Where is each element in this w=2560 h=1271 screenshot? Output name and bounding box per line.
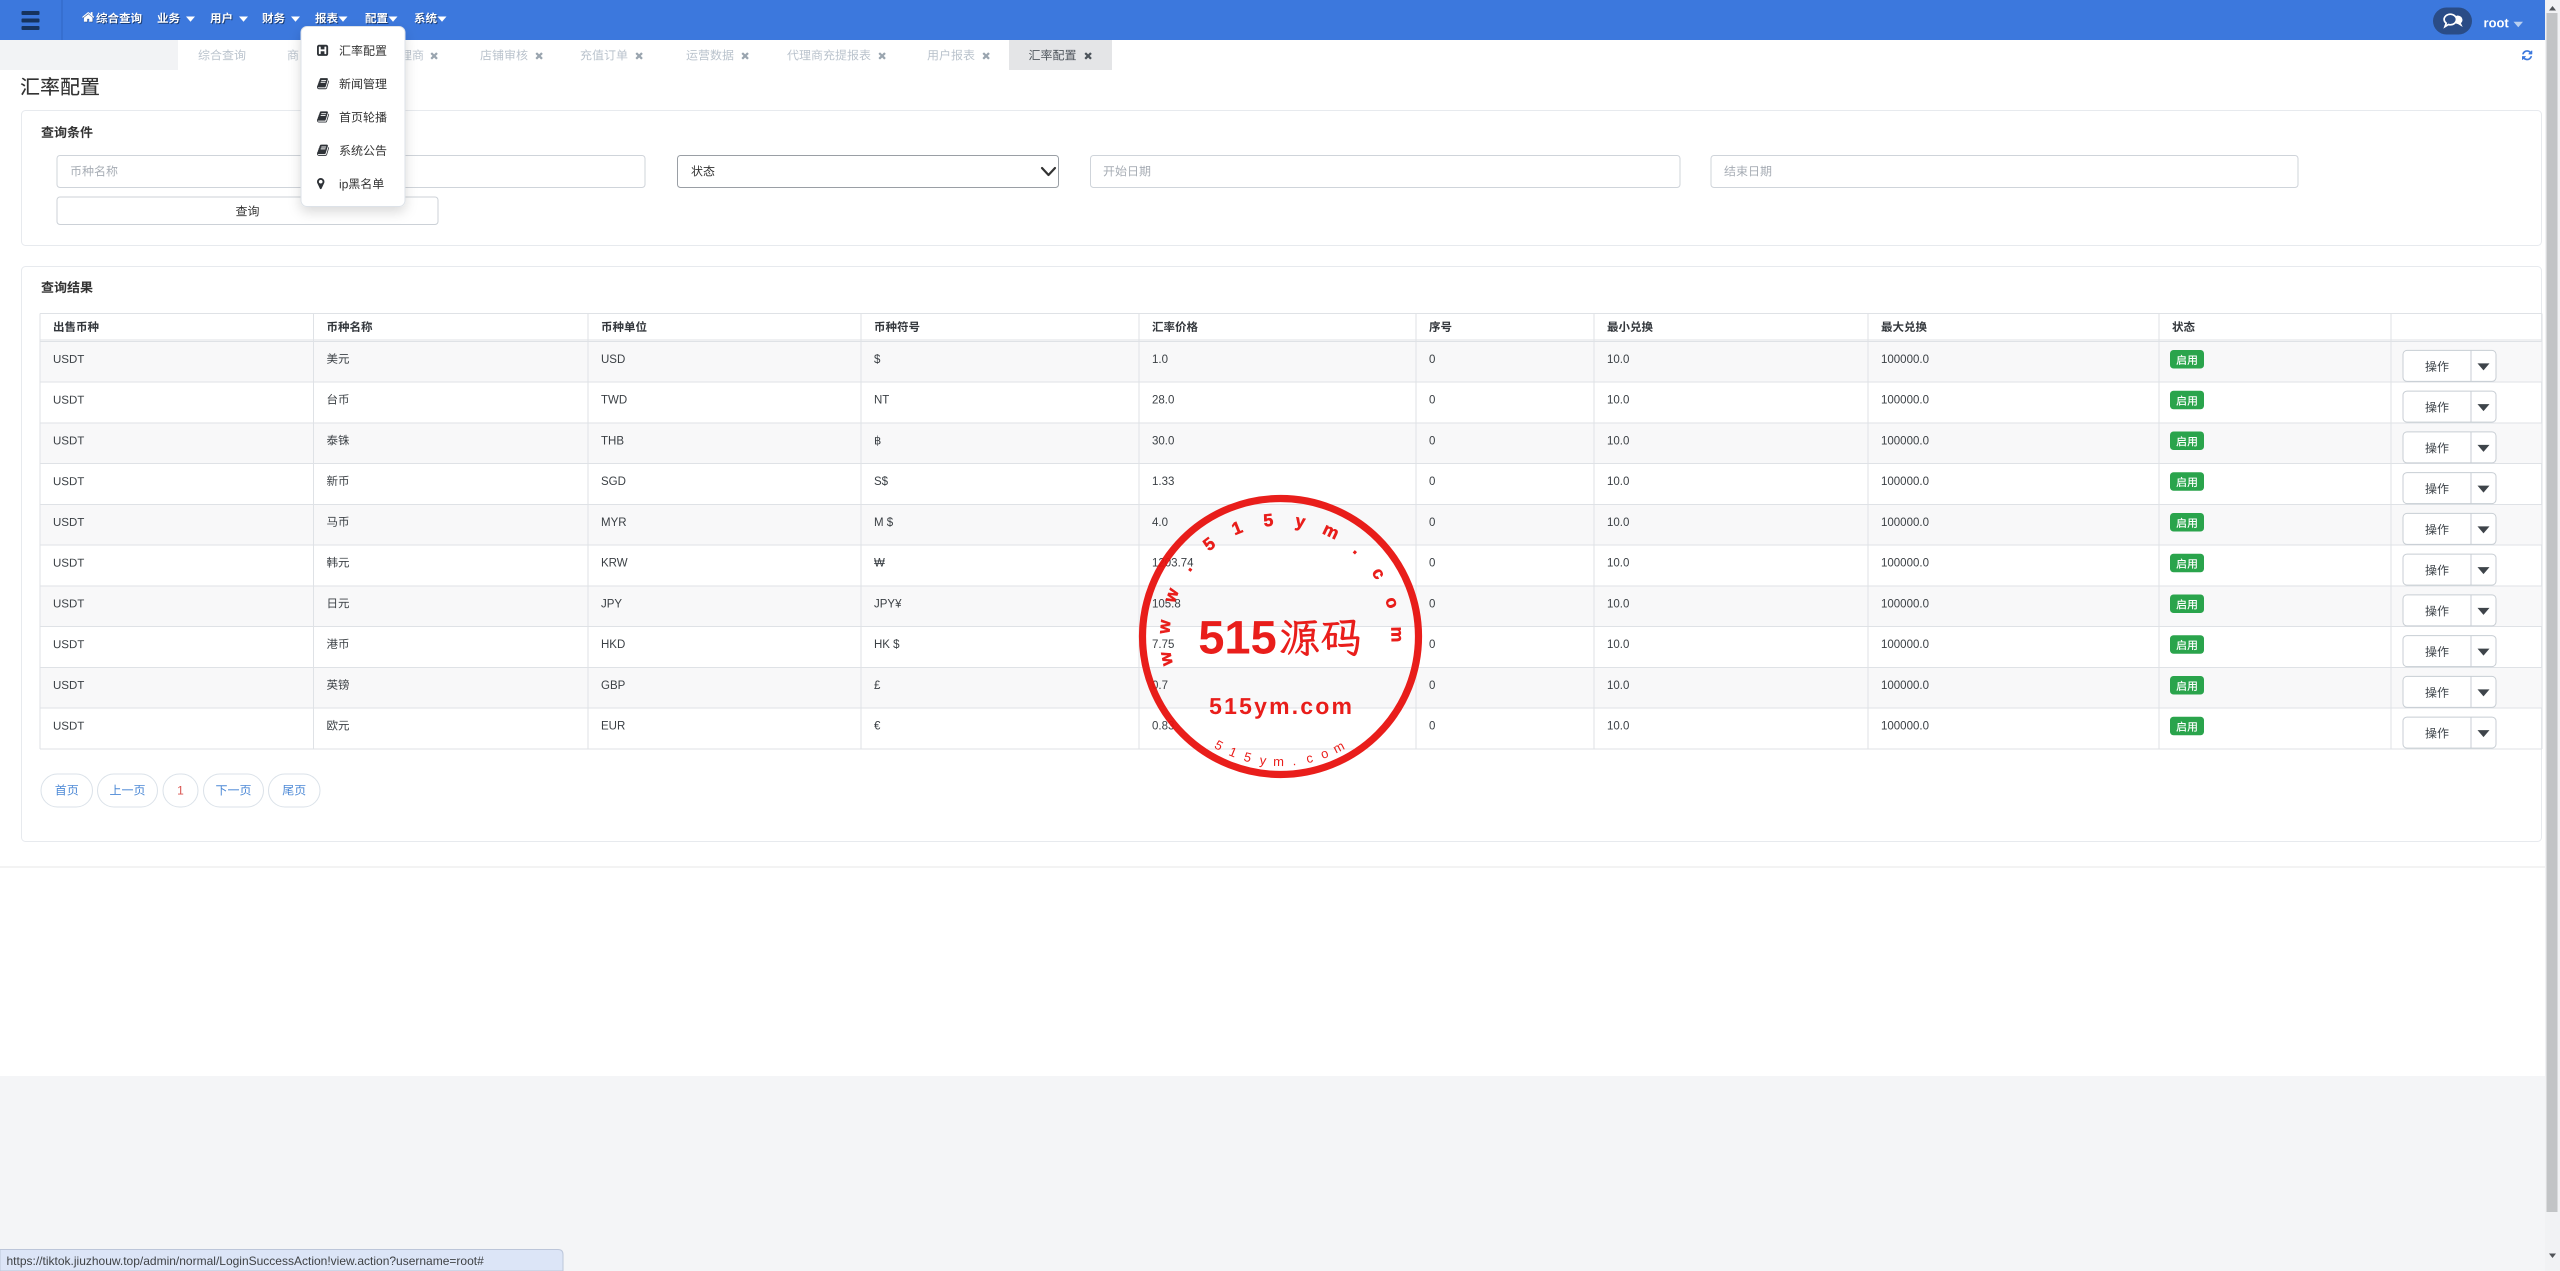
- svg-text:10.0: 10.0: [1607, 395, 1629, 407]
- svg-text:30.0: 30.0: [1152, 435, 1174, 447]
- svg-text:0: 0: [1429, 435, 1435, 447]
- svg-text:NT: NT: [874, 395, 889, 407]
- svg-text:0: 0: [1429, 639, 1435, 651]
- svg-text:JPY: JPY: [601, 598, 622, 610]
- svg-text:1.0: 1.0: [1152, 354, 1168, 366]
- svg-text:10.0: 10.0: [1607, 435, 1629, 447]
- svg-text:7.75: 7.75: [1152, 639, 1174, 651]
- svg-text:10.0: 10.0: [1607, 598, 1629, 610]
- svg-text:100000.0: 100000.0: [1881, 435, 1929, 447]
- svg-text:100000.0: 100000.0: [1881, 721, 1929, 733]
- svg-text:10.0: 10.0: [1607, 354, 1629, 366]
- svg-text:100000.0: 100000.0: [1881, 517, 1929, 529]
- svg-text:HK $: HK $: [874, 639, 900, 651]
- svg-text:GBP: GBP: [601, 680, 626, 692]
- svg-text:28.0: 28.0: [1152, 395, 1174, 407]
- svg-text:10.0: 10.0: [1607, 517, 1629, 529]
- svg-text:KRW: KRW: [601, 558, 628, 570]
- svg-text:S$: S$: [874, 476, 889, 488]
- svg-text:0: 0: [1429, 721, 1435, 733]
- svg-text:100000.0: 100000.0: [1881, 639, 1929, 651]
- svg-text:$: $: [874, 354, 881, 366]
- svg-text:100000.0: 100000.0: [1881, 558, 1929, 570]
- svg-text:£: £: [874, 680, 881, 692]
- svg-text:M $: M $: [874, 517, 894, 529]
- svg-text:TWD: TWD: [601, 395, 627, 407]
- svg-text:https://tiktok.jiuzhouw.top/ad: https://tiktok.jiuzhouw.top/admin/normal…: [7, 1254, 485, 1268]
- svg-text:100000.0: 100000.0: [1881, 354, 1929, 366]
- svg-text:₩: ₩: [874, 558, 885, 570]
- svg-text:100000.0: 100000.0: [1881, 680, 1929, 692]
- svg-text:EUR: EUR: [601, 721, 625, 733]
- svg-text:MYR: MYR: [601, 517, 627, 529]
- svg-text:THB: THB: [601, 435, 624, 447]
- svg-text:0: 0: [1429, 558, 1435, 570]
- svg-text:HKD: HKD: [601, 639, 625, 651]
- svg-text:1: 1: [177, 784, 184, 798]
- svg-text:€: €: [874, 721, 881, 733]
- svg-text:0: 0: [1429, 598, 1435, 610]
- svg-text:0: 0: [1429, 517, 1435, 529]
- svg-text:100000.0: 100000.0: [1881, 476, 1929, 488]
- svg-text:4.0: 4.0: [1152, 517, 1168, 529]
- svg-text:JPY¥: JPY¥: [874, 598, 902, 610]
- svg-text:10.0: 10.0: [1607, 680, 1629, 692]
- svg-text:0: 0: [1429, 476, 1435, 488]
- svg-text:1.33: 1.33: [1152, 476, 1174, 488]
- svg-text:100000.0: 100000.0: [1881, 598, 1929, 610]
- svg-text:10.0: 10.0: [1607, 721, 1629, 733]
- svg-text:0: 0: [1429, 395, 1435, 407]
- svg-text:10.0: 10.0: [1607, 476, 1629, 488]
- svg-text:100000.0: 100000.0: [1881, 395, 1929, 407]
- svg-text:0: 0: [1429, 354, 1435, 366]
- svg-text:10.0: 10.0: [1607, 639, 1629, 651]
- svg-text:SGD: SGD: [601, 476, 626, 488]
- svg-text:USD: USD: [601, 354, 625, 366]
- svg-text:0: 0: [1429, 680, 1435, 692]
- svg-text:10.0: 10.0: [1607, 558, 1629, 570]
